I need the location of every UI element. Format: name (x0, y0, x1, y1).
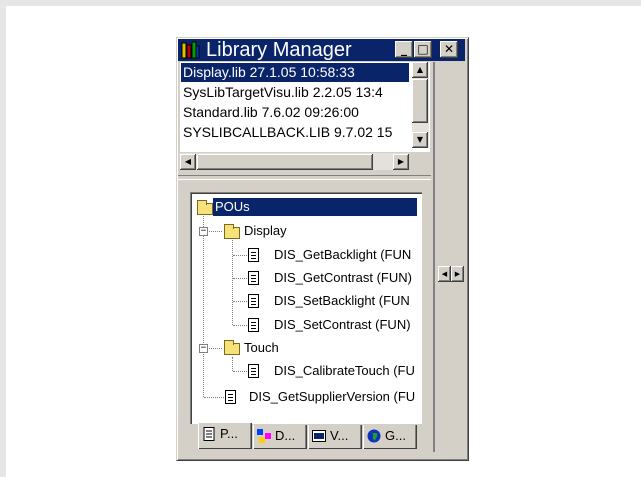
tree-node-touch[interactable]: Touch (244, 339, 279, 357)
tab-label: D... (275, 428, 296, 443)
tree-connector (233, 278, 247, 280)
scroll-right-button[interactable]: ▶ (393, 154, 409, 170)
tree-node-pou[interactable]: DIS_GetSupplierVersion (FU (249, 388, 415, 406)
tree-connector (232, 357, 234, 371)
arrow-down-icon: ▼ (416, 135, 424, 144)
tab-label: V... (330, 428, 349, 443)
tree-node-pou[interactable]: DIS_CalibrateTouch (FU (274, 362, 415, 380)
horizontal-splitter[interactable] (178, 176, 431, 179)
arrow-right-icon: ▶ (397, 157, 405, 166)
list-vertical-thumb[interactable] (412, 79, 428, 123)
library-item[interactable]: Display.lib 27.1.05 10:58:33 (181, 63, 409, 82)
collapse-icon[interactable]: − (199, 344, 208, 353)
tree-connector (233, 325, 247, 327)
tree-node-pou[interactable]: DIS_GetBacklight (FUN (274, 246, 411, 264)
globe-icon (367, 429, 381, 443)
tree-node-pous[interactable]: POUs (213, 198, 417, 216)
document-icon (248, 271, 259, 285)
library-item[interactable]: SYSLIBCALLBACK.LIB 9.7.02 15 (181, 123, 409, 142)
tab-datatypes[interactable]: D... (253, 425, 307, 449)
list-horizontal-thumb[interactable] (197, 154, 373, 170)
arrow-left-icon: ◀ (441, 270, 448, 278)
library-books-icon (181, 41, 200, 59)
tab-pous[interactable]: P... (198, 423, 252, 449)
arrow-up-icon: ▲ (416, 65, 424, 74)
folder-icon (224, 224, 240, 239)
minimize-button[interactable]: _ (395, 41, 413, 58)
tree-connector (233, 371, 247, 373)
scroll-up-button[interactable]: ▲ (412, 62, 428, 78)
tree-connector (232, 240, 234, 325)
scroll-down-button[interactable]: ▼ (412, 132, 428, 148)
folder-icon (197, 200, 213, 215)
vertical-splitter[interactable] (433, 62, 435, 452)
tree-connector (203, 214, 205, 397)
datatype-icon (257, 429, 271, 443)
minimize-icon: _ (401, 42, 407, 56)
document-icon (248, 318, 259, 332)
close-button[interactable]: ✕ (440, 41, 458, 58)
tab-visualizations[interactable]: V... (308, 425, 362, 449)
maximize-button[interactable]: □ (414, 41, 432, 58)
document-icon (225, 390, 236, 404)
tab-globals[interactable]: G... (363, 425, 417, 449)
tree-connector (204, 397, 224, 399)
document-icon (248, 248, 259, 262)
tree-node-pou[interactable]: DIS_SetBacklight (FUN (274, 292, 410, 310)
scroll-left-button[interactable]: ◀ (180, 154, 196, 170)
window-title: Library Manager (206, 39, 352, 61)
tree-node-pou[interactable]: DIS_SetContrast (FUN) (274, 316, 411, 334)
collapse-left-button[interactable]: ◀ (438, 266, 451, 282)
arrow-left-icon: ◀ (184, 157, 192, 166)
document-icon (248, 364, 259, 378)
tab-label: P... (220, 426, 238, 441)
document-icon (203, 427, 215, 441)
tree-node-pou[interactable]: DIS_GetContrast (FUN) (274, 269, 412, 287)
folder-icon (224, 340, 240, 355)
close-icon: ✕ (443, 42, 455, 56)
collapse-icon[interactable]: − (199, 227, 208, 236)
library-item[interactable]: SysLibTargetVisu.lib 2.2.05 13:4 (181, 83, 409, 102)
document-icon (248, 294, 259, 308)
arrow-right-icon: ▶ (454, 270, 461, 278)
tree-connector (233, 301, 247, 303)
tree-connector (233, 255, 247, 257)
tree-node-display[interactable]: Display (244, 222, 287, 240)
visualization-icon (312, 430, 326, 442)
expand-right-button[interactable]: ▶ (451, 266, 464, 282)
maximize-icon: □ (417, 42, 429, 56)
tab-label: G... (385, 428, 406, 443)
library-item[interactable]: Standard.lib 7.6.02 09:26:00 (181, 103, 409, 122)
